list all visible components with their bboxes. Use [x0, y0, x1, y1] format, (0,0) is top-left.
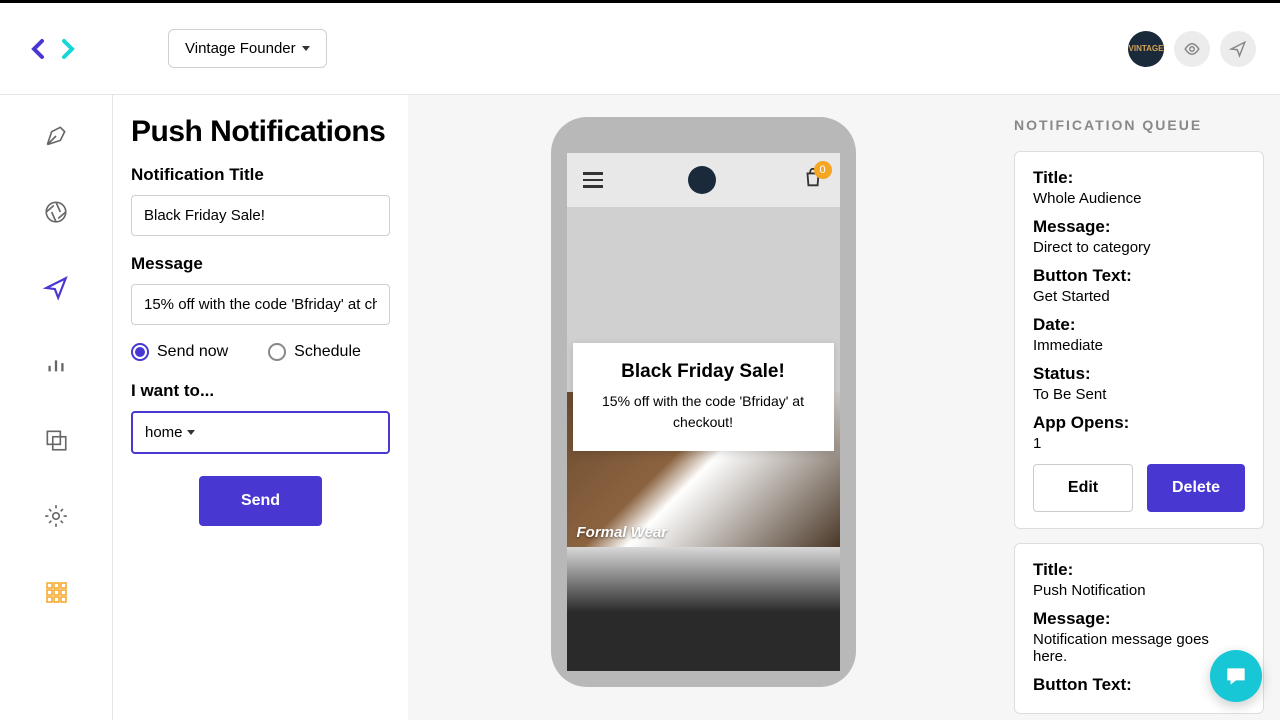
- radio-send-now[interactable]: Send now: [131, 343, 228, 361]
- chevron-down-icon: [187, 430, 195, 435]
- i-want-to-value: home: [145, 424, 183, 441]
- edit-button[interactable]: Edit: [1033, 464, 1133, 512]
- i-want-to-select[interactable]: home: [131, 411, 390, 454]
- send-icon: [1229, 40, 1247, 58]
- title-input[interactable]: [131, 195, 390, 236]
- bar-chart-icon: [45, 353, 67, 375]
- radio-send-now-label: Send now: [157, 343, 228, 361]
- queue-panel: NOTIFICATION QUEUE Title: Whole Audience…: [998, 95, 1280, 720]
- project-selector[interactable]: Vintage Founder: [168, 29, 327, 68]
- form-panel: Push Notifications Notification Title Me…: [113, 95, 408, 720]
- phone-menu-icon[interactable]: [583, 172, 603, 188]
- notif-preview-title: Black Friday Sale!: [587, 361, 820, 383]
- gear-icon: [43, 503, 69, 529]
- cart-badge: 0: [814, 161, 832, 179]
- message-label: Message: [131, 254, 390, 274]
- sidebar-item-settings[interactable]: [43, 503, 69, 529]
- sidebar-item-push[interactable]: [43, 275, 69, 301]
- chat-fab[interactable]: [1210, 650, 1262, 702]
- notif-preview-message: 15% off with the code 'Bfriday' at check…: [587, 391, 820, 433]
- sidebar-item-layers[interactable]: [43, 427, 69, 453]
- preview-area: 0 Formal Wear Acc Black Friday Sale! 15%…: [408, 95, 998, 720]
- notification-preview: Black Friday Sale! 15% off with the code…: [573, 343, 834, 451]
- sidebar-item-design[interactable]: [43, 123, 69, 149]
- sidebar-item-media[interactable]: [43, 199, 69, 225]
- phone-brand-logo: [688, 166, 716, 194]
- phone-cart-button[interactable]: 0: [802, 167, 824, 194]
- message-input[interactable]: [131, 284, 390, 325]
- layers-icon: [43, 427, 69, 453]
- app-logo: [28, 37, 78, 61]
- header: Vintage Founder VINTAGE: [0, 3, 1280, 95]
- i-want-to-label: I want to...: [131, 381, 390, 401]
- chat-icon: [1223, 663, 1249, 689]
- sidebar: [0, 95, 113, 720]
- title-label: Notification Title: [131, 165, 390, 185]
- sidebar-item-apps[interactable]: [43, 579, 69, 605]
- radio-schedule-label: Schedule: [294, 343, 361, 361]
- sidebar-item-analytics[interactable]: [43, 351, 69, 377]
- eye-icon: [1183, 40, 1201, 58]
- phone-mockup: 0 Formal Wear Acc Black Friday Sale! 15%…: [551, 117, 856, 687]
- grid-icon: [44, 580, 68, 604]
- radio-schedule[interactable]: Schedule: [268, 343, 361, 361]
- preview-button[interactable]: [1174, 31, 1210, 67]
- page-title: Push Notifications: [131, 115, 390, 149]
- delete-button[interactable]: Delete: [1147, 464, 1245, 512]
- aperture-icon: [43, 199, 69, 225]
- category-label: Formal Wear: [577, 524, 668, 541]
- chevron-down-icon: [302, 46, 310, 51]
- project-name: Vintage Founder: [185, 40, 296, 57]
- pen-nib-icon: [43, 123, 69, 149]
- send-button[interactable]: Send: [199, 476, 322, 526]
- queue-heading: NOTIFICATION QUEUE: [1014, 117, 1264, 133]
- queue-card: Title: Whole Audience Message: Direct to…: [1014, 151, 1264, 529]
- send-icon-button[interactable]: [1220, 31, 1256, 67]
- send-icon: [43, 275, 69, 301]
- brand-avatar[interactable]: VINTAGE: [1128, 31, 1164, 67]
